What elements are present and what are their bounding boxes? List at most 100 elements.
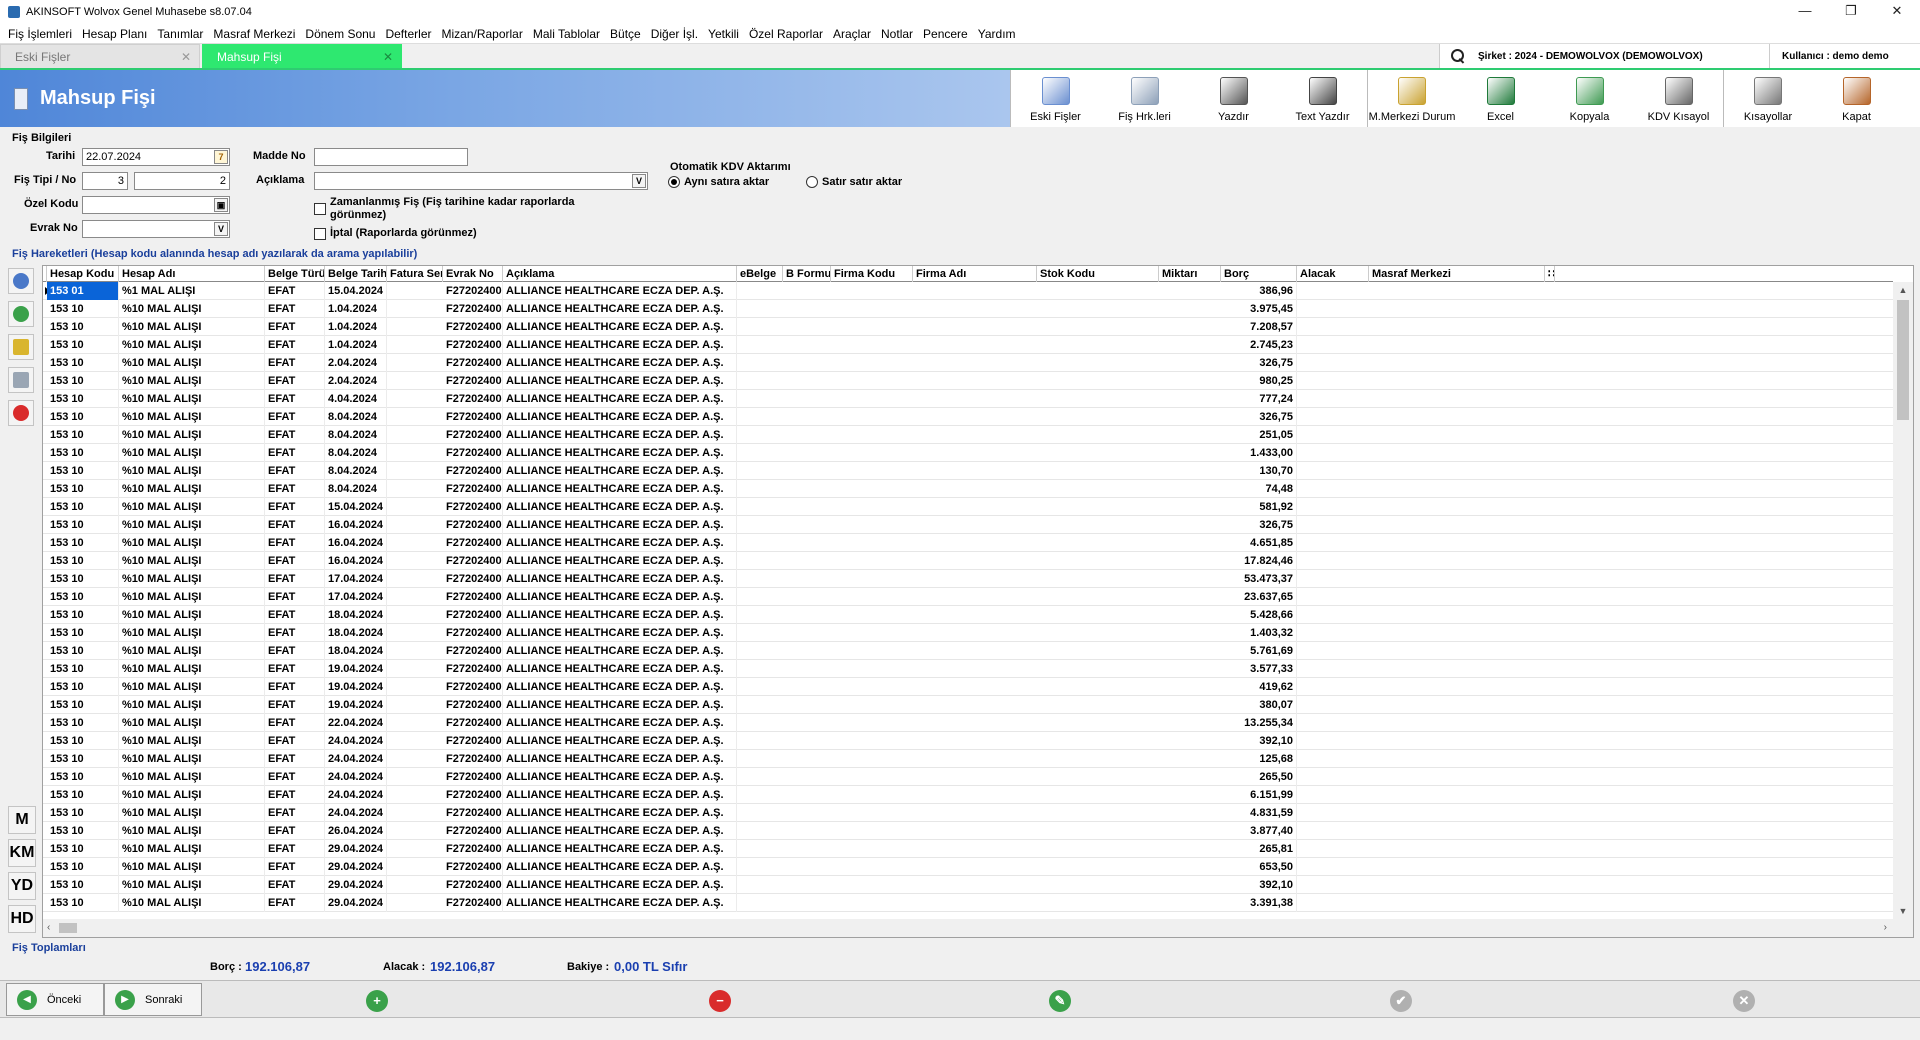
table-cell[interactable]: 386,96: [1221, 282, 1297, 300]
remove-icon[interactable]: −: [709, 990, 731, 1012]
table-cell[interactable]: 15.04.2024: [325, 282, 387, 300]
delete-row-button[interactable]: [8, 400, 34, 426]
column-header[interactable]: Alacak: [1297, 266, 1369, 282]
table-cell[interactable]: 2.04.2024: [325, 372, 387, 390]
table-cell[interactable]: ALLIANCE HEALTHCARE ECZA DEP. A.Ş.: [503, 624, 737, 642]
table-cell[interactable]: 17.04.2024: [325, 588, 387, 606]
table-row[interactable]: 153 10 %10 MAL ALIŞI EFAT 18.04.2024 F272024…: [43, 606, 1893, 624]
table-cell[interactable]: EFAT: [265, 750, 325, 768]
table-cell[interactable]: 419,62: [1221, 678, 1297, 696]
table-cell[interactable]: F272024000: [443, 786, 503, 804]
column-header[interactable]: Belge Tarihi: [325, 266, 387, 282]
table-row[interactable]: 153 10 %10 MAL ALIŞI EFAT 17.04.2024 F272024…: [43, 588, 1893, 606]
kdv-ayni-satir-radio[interactable]: [668, 176, 680, 188]
table-cell[interactable]: %10 MAL ALIŞI: [119, 714, 265, 732]
table-cell[interactable]: EFAT: [265, 282, 325, 300]
menu-hesap-plani[interactable]: Hesap Planı: [77, 27, 152, 41]
table-cell[interactable]: EFAT: [265, 822, 325, 840]
menu-donem-sonu[interactable]: Dönem Sonu: [300, 27, 380, 41]
table-cell[interactable]: 153 10: [47, 660, 119, 678]
table-cell[interactable]: F272024000: [443, 408, 503, 426]
tab-mahsup-fisi[interactable]: Mahsup Fişi ✕: [202, 44, 402, 68]
table-cell[interactable]: F272024000: [443, 858, 503, 876]
table-row[interactable]: 153 10 %10 MAL ALIŞI EFAT 29.04.2024 F272024…: [43, 858, 1893, 876]
column-header[interactable]: Stok Kodu: [1037, 266, 1159, 282]
menu-defterler[interactable]: Defterler: [380, 27, 436, 41]
table-cell[interactable]: %10 MAL ALIŞI: [119, 696, 265, 714]
menu-tanimlar[interactable]: Tanımlar: [152, 27, 208, 41]
table-cell[interactable]: 53.473,37: [1221, 570, 1297, 588]
table-row[interactable]: 153 10 %10 MAL ALIŞI EFAT 1.04.2024 F2720240…: [43, 336, 1893, 354]
table-cell[interactable]: F272024000: [443, 372, 503, 390]
toolbar-button-coins[interactable]: M.Merkezi Durum: [1367, 70, 1456, 127]
toolbar-button-printer[interactable]: Yazdır: [1189, 70, 1278, 127]
table-cell[interactable]: %10 MAL ALIŞI: [119, 534, 265, 552]
table-cell[interactable]: ALLIANCE HEALTHCARE ECZA DEP. A.Ş.: [503, 570, 737, 588]
table-row[interactable]: 153 10 %10 MAL ALIŞI EFAT 1.04.2024 F2720240…: [43, 300, 1893, 318]
table-cell[interactable]: EFAT: [265, 444, 325, 462]
table-cell[interactable]: 653,50: [1221, 858, 1297, 876]
table-cell[interactable]: 3.577,33: [1221, 660, 1297, 678]
table-cell[interactable]: F272024000: [443, 696, 503, 714]
table-cell[interactable]: 153 10: [47, 786, 119, 804]
table-cell[interactable]: 74,48: [1221, 480, 1297, 498]
toolbar-button-report[interactable]: Fiş Hrk.leri: [1100, 70, 1189, 127]
table-cell[interactable]: 153 10: [47, 678, 119, 696]
table-cell[interactable]: 1.433,00: [1221, 444, 1297, 462]
table-cell[interactable]: EFAT: [265, 300, 325, 318]
table-cell[interactable]: 581,92: [1221, 498, 1297, 516]
table-cell[interactable]: %10 MAL ALIŞI: [119, 876, 265, 894]
table-cell[interactable]: 4.651,85: [1221, 534, 1297, 552]
column-header[interactable]: Firma Adı: [913, 266, 1037, 282]
table-cell[interactable]: EFAT: [265, 696, 325, 714]
menu-araclar[interactable]: Araçlar: [828, 27, 876, 41]
table-cell[interactable]: 18.04.2024: [325, 642, 387, 660]
table-cell[interactable]: 1.04.2024: [325, 318, 387, 336]
table-cell[interactable]: EFAT: [265, 336, 325, 354]
maximize-button[interactable]: ❐: [1828, 0, 1874, 24]
toolbar-button-keyboard[interactable]: KDV Kısayol: [1634, 70, 1723, 127]
chevron-down-icon[interactable]: V: [632, 174, 646, 188]
ozel-kodu-field[interactable]: ▣: [82, 196, 230, 214]
table-cell[interactable]: F272024000: [443, 534, 503, 552]
table-cell[interactable]: EFAT: [265, 678, 325, 696]
table-row[interactable]: 153 10 %10 MAL ALIŞI EFAT 8.04.2024 F2720240…: [43, 444, 1893, 462]
table-cell[interactable]: ALLIANCE HEALTHCARE ECZA DEP. A.Ş.: [503, 516, 737, 534]
table-cell[interactable]: F272024000: [443, 426, 503, 444]
table-cell[interactable]: 153 10: [47, 534, 119, 552]
table-cell[interactable]: 265,81: [1221, 840, 1297, 858]
table-cell[interactable]: 15.04.2024: [325, 498, 387, 516]
close-window-button[interactable]: ✕: [1874, 0, 1920, 24]
table-cell[interactable]: 153 10: [47, 300, 119, 318]
table-cell[interactable]: %10 MAL ALIŞI: [119, 858, 265, 876]
menu-notlar[interactable]: Notlar: [876, 27, 918, 41]
calendar-icon[interactable]: 7: [214, 150, 228, 164]
table-cell[interactable]: ALLIANCE HEALTHCARE ECZA DEP. A.Ş.: [503, 786, 737, 804]
menu-mali-tablolar[interactable]: Mali Tablolar: [528, 27, 605, 41]
table-cell[interactable]: 3.975,45: [1221, 300, 1297, 318]
table-cell[interactable]: %10 MAL ALIŞI: [119, 480, 265, 498]
table-cell[interactable]: %10 MAL ALIŞI: [119, 552, 265, 570]
table-cell[interactable]: F272024000: [443, 570, 503, 588]
table-cell[interactable]: F272024000: [443, 894, 503, 912]
table-cell[interactable]: 23.637,65: [1221, 588, 1297, 606]
table-cell[interactable]: EFAT: [265, 642, 325, 660]
table-cell[interactable]: %10 MAL ALIŞI: [119, 390, 265, 408]
side-button-yd[interactable]: YD: [8, 872, 36, 900]
toolbar-button-door-exit[interactable]: Kapat: [1812, 70, 1901, 127]
table-row[interactable]: 153 10 %10 MAL ALIŞI EFAT 29.04.2024 F272024…: [43, 876, 1893, 894]
table-cell[interactable]: ALLIANCE HEALTHCARE ECZA DEP. A.Ş.: [503, 372, 737, 390]
column-header[interactable]: Fatura Seri: [387, 266, 443, 282]
table-cell[interactable]: ALLIANCE HEALTHCARE ECZA DEP. A.Ş.: [503, 606, 737, 624]
table-cell[interactable]: 153 10: [47, 714, 119, 732]
column-header[interactable]: B Formu: [783, 266, 831, 282]
table-cell[interactable]: EFAT: [265, 318, 325, 336]
table-cell[interactable]: 19.04.2024: [325, 696, 387, 714]
column-header[interactable]: Hesap Adı: [119, 266, 265, 282]
table-cell[interactable]: %10 MAL ALIŞI: [119, 318, 265, 336]
table-cell[interactable]: 153 10: [47, 372, 119, 390]
table-cell[interactable]: 4.831,59: [1221, 804, 1297, 822]
table-cell[interactable]: EFAT: [265, 804, 325, 822]
vertical-scrollbar[interactable]: ▲ ▼: [1893, 282, 1913, 919]
table-cell[interactable]: EFAT: [265, 354, 325, 372]
